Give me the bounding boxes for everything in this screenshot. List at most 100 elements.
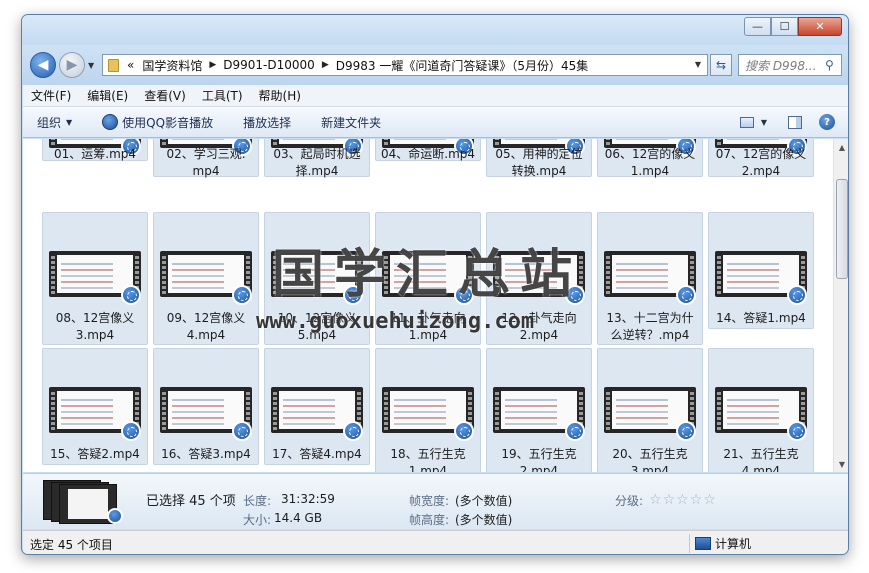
file-name: 20、五行生克 3.mp4 — [612, 447, 688, 472]
address-dropdown-icon[interactable]: ▼ — [695, 60, 701, 69]
file-item[interactable]: 05、用神的定位 转换.mp4 — [486, 139, 592, 178]
file-name: 02、学习三观. mp4 — [166, 147, 246, 178]
qq-player-icon — [343, 421, 363, 441]
file-name: 13、十二宫为什 么逆转？.mp4 — [606, 311, 694, 342]
breadcrumb-item[interactable]: D9901-D10000 — [223, 58, 315, 72]
menu-view[interactable]: 查看(V) — [144, 87, 186, 104]
frame-height-label: 帧高度: — [409, 513, 450, 527]
maximize-button[interactable]: ☐ — [771, 17, 798, 36]
menu-bar: 文件(F) 编辑(E) 查看(V) 工具(T) 帮助(H) — [23, 85, 848, 107]
star-icon[interactable]: ☆ — [663, 492, 677, 508]
scroll-down-arrow-icon[interactable]: ▼ — [834, 456, 848, 472]
details-pane: 已选择 45 个项 长度: 31:32:59 大小: 14.4 GB 帧宽度: … — [23, 473, 848, 529]
star-icon[interactable]: ☆ — [690, 492, 704, 508]
menu-tools[interactable]: 工具(T) — [202, 87, 243, 104]
file-item[interactable]: 16、答疑3.mp4 — [153, 348, 259, 465]
forward-button[interactable]: ▶ — [59, 52, 85, 78]
file-item[interactable]: 04、命运断.mp4 — [375, 139, 481, 161]
change-view-button[interactable] — [737, 113, 757, 131]
view-options-dropdown[interactable]: ▼ — [759, 113, 769, 131]
organize-label: 组织 — [37, 115, 62, 130]
new-folder-label: 新建文件夹 — [321, 115, 382, 130]
file-name: 06、12宫的像义 1.mp4 — [604, 147, 696, 178]
qq-player-icon — [121, 421, 141, 441]
preview-pane-button[interactable] — [785, 113, 805, 131]
breadcrumb: « 国学资料馆 ▶ D9901-D10000 ▶ D9983 一耀《问道奇门答疑… — [123, 57, 588, 74]
file-item[interactable]: 15、答疑2.mp4 — [42, 348, 148, 465]
new-folder-button[interactable]: 新建文件夹 — [321, 114, 381, 131]
chevron-right-icon[interactable]: ▶ — [209, 60, 216, 70]
file-item[interactable]: 13、十二宫为什 么逆转？.mp4 — [597, 212, 703, 345]
command-bar: 组织 ▼ 使用QQ影音播放 播放选择 新建文件夹 ▼ ? — [23, 107, 848, 138]
menu-help[interactable]: 帮助(H) — [259, 87, 301, 104]
star-icon[interactable]: ☆ — [703, 492, 717, 508]
refresh-button[interactable]: ⇆ — [710, 54, 732, 76]
recent-pages-dropdown[interactable]: ▼ — [88, 61, 94, 70]
qq-player-icon — [676, 285, 696, 305]
menu-file[interactable]: 文件(F) — [31, 87, 71, 104]
play-selection-button[interactable]: 播放选择 — [243, 114, 291, 131]
file-item[interactable]: 07、12宫的像义 2.mp4 — [708, 139, 814, 178]
caption-buttons: — ☐ ✕ — [744, 17, 842, 36]
help-button[interactable]: ? — [817, 113, 837, 131]
file-item[interactable]: 17、答疑4.mp4 — [264, 348, 370, 465]
file-name: 09、12宫像义 4.mp4 — [166, 311, 246, 342]
help-icon: ? — [819, 114, 835, 130]
breadcrumb-item[interactable]: D9983 一耀《问道奇门答疑课》（5月份）45集 — [336, 57, 589, 74]
file-item[interactable]: 03、起局时机选 择.mp4 — [264, 139, 370, 178]
qq-player-icon — [232, 285, 252, 305]
file-item[interactable]: 14、答疑1.mp4 — [708, 212, 814, 329]
file-name: 17、答疑4.mp4 — [272, 447, 362, 461]
breadcrumb-overflow-button[interactable]: « — [127, 58, 134, 72]
watermark-url: www.guoxuehuizong.com — [256, 309, 535, 334]
status-bar: 选定 45 个项目 计算机 — [23, 530, 848, 554]
watermark-title: 国学汇总站 — [272, 244, 583, 305]
chevron-right-icon[interactable]: ▶ — [322, 60, 329, 70]
file-item[interactable]: 19、五行生克 2.mp4 — [486, 348, 592, 472]
file-item[interactable]: 08、12宫像义 3.mp4 — [42, 212, 148, 345]
file-item[interactable]: 09、12宫像义 4.mp4 — [153, 212, 259, 345]
toolbar-right: ▼ ? — [729, 113, 837, 131]
file-name: 05、用神的定位 转换.mp4 — [495, 147, 583, 178]
file-name: 08、12宫像义 3.mp4 — [55, 311, 135, 342]
play-with-qq-button[interactable]: 使用QQ影音播放 — [102, 114, 213, 131]
vertical-scrollbar[interactable]: ▲ ▼ — [833, 139, 848, 472]
status-selection-text: 选定 45 个项目 — [30, 538, 113, 552]
scroll-up-arrow-icon[interactable]: ▲ — [834, 139, 848, 155]
search-box[interactable]: 搜索 D998... ⚲ — [738, 54, 842, 76]
address-bar[interactable]: « 国学资料馆 ▶ D9901-D10000 ▶ D9983 一耀《问道奇门答疑… — [102, 54, 708, 76]
menu-edit[interactable]: 编辑(E) — [87, 87, 128, 104]
qq-player-icon — [454, 421, 474, 441]
play-with-qq-label: 使用QQ影音播放 — [122, 115, 214, 130]
rating-stars[interactable]: ☆☆☆☆☆ — [649, 492, 717, 508]
search-input[interactable]: 搜索 D998... — [739, 57, 825, 74]
file-item[interactable]: 21、五行生克 4.mp4 — [708, 348, 814, 472]
back-button[interactable]: ◀ — [30, 52, 56, 78]
minimize-button[interactable]: — — [744, 17, 771, 36]
close-button[interactable]: ✕ — [798, 17, 842, 36]
organize-button[interactable]: 组织 ▼ — [37, 114, 72, 131]
size-value: 14.4 GB — [274, 511, 323, 525]
status-location: 计算机 — [695, 535, 751, 552]
file-item[interactable]: 01、运筹.mp4 — [42, 139, 148, 161]
file-name: 16、答疑3.mp4 — [161, 447, 251, 461]
length-value: 31:32:59 — [281, 492, 335, 506]
qq-player-icon — [107, 508, 123, 524]
star-icon[interactable]: ☆ — [649, 492, 663, 508]
breadcrumb-item[interactable]: 国学资料馆 — [142, 57, 202, 74]
qq-player-icon — [102, 114, 119, 130]
title-bar[interactable]: — ☐ ✕ — [22, 15, 848, 45]
search-icon[interactable]: ⚲ — [825, 58, 841, 72]
scrollbar-thumb[interactable] — [836, 179, 848, 279]
file-name: 04、命运断.mp4 — [380, 147, 476, 161]
folder-icon — [108, 58, 119, 72]
play-selection-label: 播放选择 — [243, 115, 292, 130]
file-item[interactable]: 02、学习三观. mp4 — [153, 139, 259, 178]
frame-width-value: (多个数值) — [455, 494, 513, 508]
file-name: 03、起局时机选 择.mp4 — [273, 147, 361, 178]
star-icon[interactable]: ☆ — [676, 492, 690, 508]
file-item[interactable]: 06、12宫的像义 1.mp4 — [597, 139, 703, 178]
file-name: 21、五行生克 4.mp4 — [723, 447, 799, 472]
file-item[interactable]: 20、五行生克 3.mp4 — [597, 348, 703, 472]
file-item[interactable]: 18、五行生克 1.mp4 — [375, 348, 481, 472]
